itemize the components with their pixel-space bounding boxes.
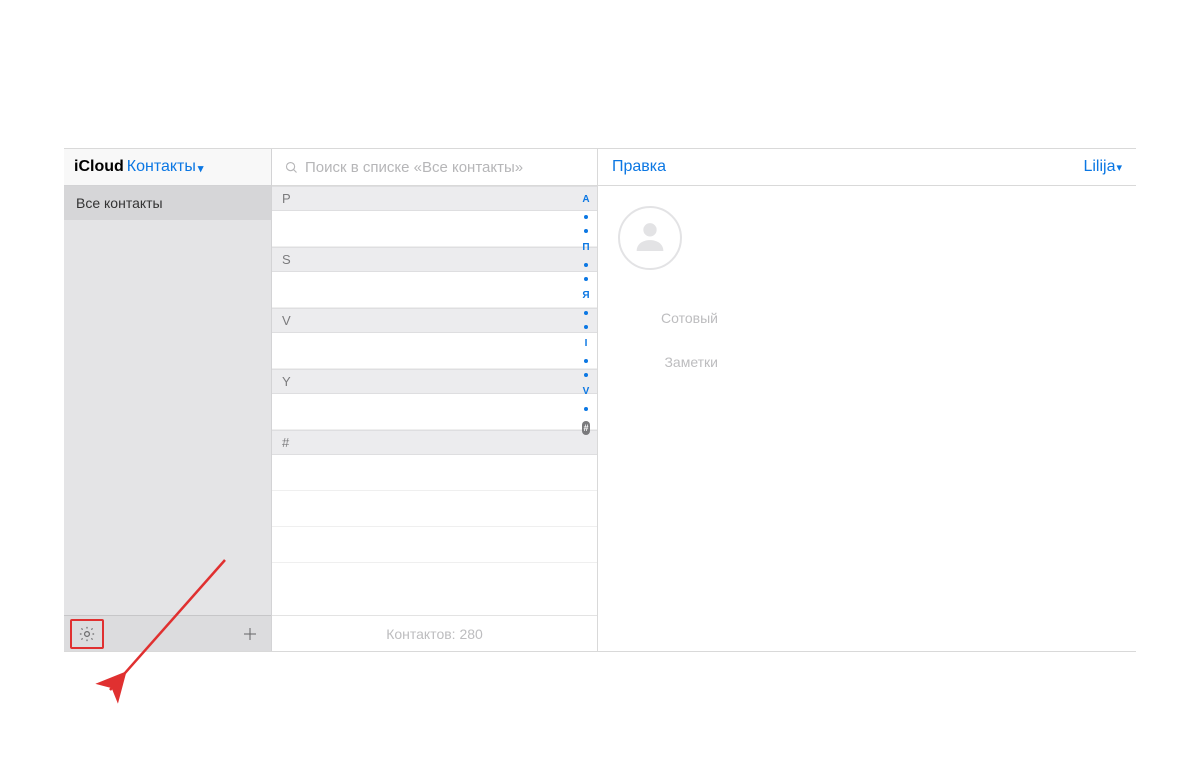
sidebar-footer bbox=[64, 615, 271, 651]
add-contact-button[interactable] bbox=[235, 619, 265, 649]
settings-button-highlight bbox=[70, 619, 104, 649]
edit-button[interactable]: Правка bbox=[612, 158, 666, 176]
field-label-mobile: Сотовый bbox=[618, 310, 718, 326]
contacts-scroll[interactable]: P S V Y # bbox=[272, 186, 597, 615]
index-letter[interactable]: А bbox=[582, 195, 589, 205]
index-dot[interactable] bbox=[584, 215, 588, 219]
section-dropdown-label: Контакты bbox=[127, 158, 196, 176]
field-notes: Заметки bbox=[618, 354, 1116, 370]
sidebar-spacer bbox=[64, 220, 271, 615]
index-dot[interactable] bbox=[584, 277, 588, 281]
search-icon bbox=[284, 160, 299, 175]
index-letter[interactable]: Я bbox=[582, 291, 589, 301]
contacts-list-pane: P S V Y # АПЯIV# Контактов: 280 bbox=[272, 149, 598, 651]
contact-row[interactable] bbox=[272, 211, 597, 247]
section-header: S bbox=[272, 247, 597, 272]
contact-row[interactable] bbox=[272, 333, 597, 369]
index-letter[interactable]: I bbox=[585, 339, 588, 349]
index-dot[interactable] bbox=[584, 373, 588, 377]
avatar-placeholder[interactable] bbox=[618, 206, 682, 270]
contact-row[interactable] bbox=[272, 491, 597, 527]
brand-label: iCloud bbox=[74, 158, 124, 176]
avatar-row bbox=[618, 206, 1116, 270]
contacts-app: iCloud Контакты ▾ Все контакты bbox=[64, 148, 1136, 652]
chevron-down-icon: ▾ bbox=[198, 162, 204, 175]
contact-row[interactable] bbox=[272, 394, 597, 430]
account-label: Lilija bbox=[1083, 158, 1115, 175]
account-menu[interactable]: Lilija▾ bbox=[1083, 158, 1122, 176]
contact-detail-pane: Правка Lilija▾ Сотовый bbox=[598, 149, 1136, 651]
contacts-count: Контактов: 280 bbox=[272, 615, 597, 651]
index-dot[interactable] bbox=[584, 311, 588, 315]
index-dot[interactable] bbox=[584, 325, 588, 329]
sidebar: iCloud Контакты ▾ Все контакты bbox=[64, 149, 272, 651]
index-hash[interactable]: # bbox=[582, 421, 590, 435]
index-dot[interactable] bbox=[584, 263, 588, 267]
group-all-contacts[interactable]: Все контакты bbox=[64, 186, 271, 220]
section-header: # bbox=[272, 430, 597, 455]
contact-row[interactable] bbox=[272, 272, 597, 308]
contact-row[interactable] bbox=[272, 455, 597, 491]
section-header: P bbox=[272, 186, 597, 211]
index-dot[interactable] bbox=[584, 407, 588, 411]
index-letter[interactable]: П bbox=[582, 243, 589, 253]
person-icon bbox=[630, 216, 670, 261]
detail-body: Сотовый Заметки bbox=[598, 186, 1136, 418]
index-dot[interactable] bbox=[584, 359, 588, 363]
alpha-index[interactable]: А П Я I V # bbox=[579, 191, 593, 621]
search-input[interactable] bbox=[305, 159, 585, 176]
search-row[interactable] bbox=[272, 149, 597, 186]
section-header: Y bbox=[272, 369, 597, 394]
sidebar-header[interactable]: iCloud Контакты ▾ bbox=[64, 149, 271, 186]
group-label: Все контакты bbox=[76, 195, 163, 211]
index-dot[interactable] bbox=[584, 229, 588, 233]
contact-row[interactable] bbox=[272, 527, 597, 563]
field-mobile: Сотовый bbox=[618, 310, 1116, 326]
chevron-down-icon: ▾ bbox=[1116, 162, 1122, 174]
detail-header: Правка Lilija▾ bbox=[598, 149, 1136, 186]
plus-icon bbox=[241, 625, 259, 643]
section-header: V bbox=[272, 308, 597, 333]
index-letter[interactable]: V bbox=[583, 387, 590, 397]
gear-icon[interactable] bbox=[78, 625, 96, 643]
field-label-notes: Заметки bbox=[618, 354, 718, 370]
